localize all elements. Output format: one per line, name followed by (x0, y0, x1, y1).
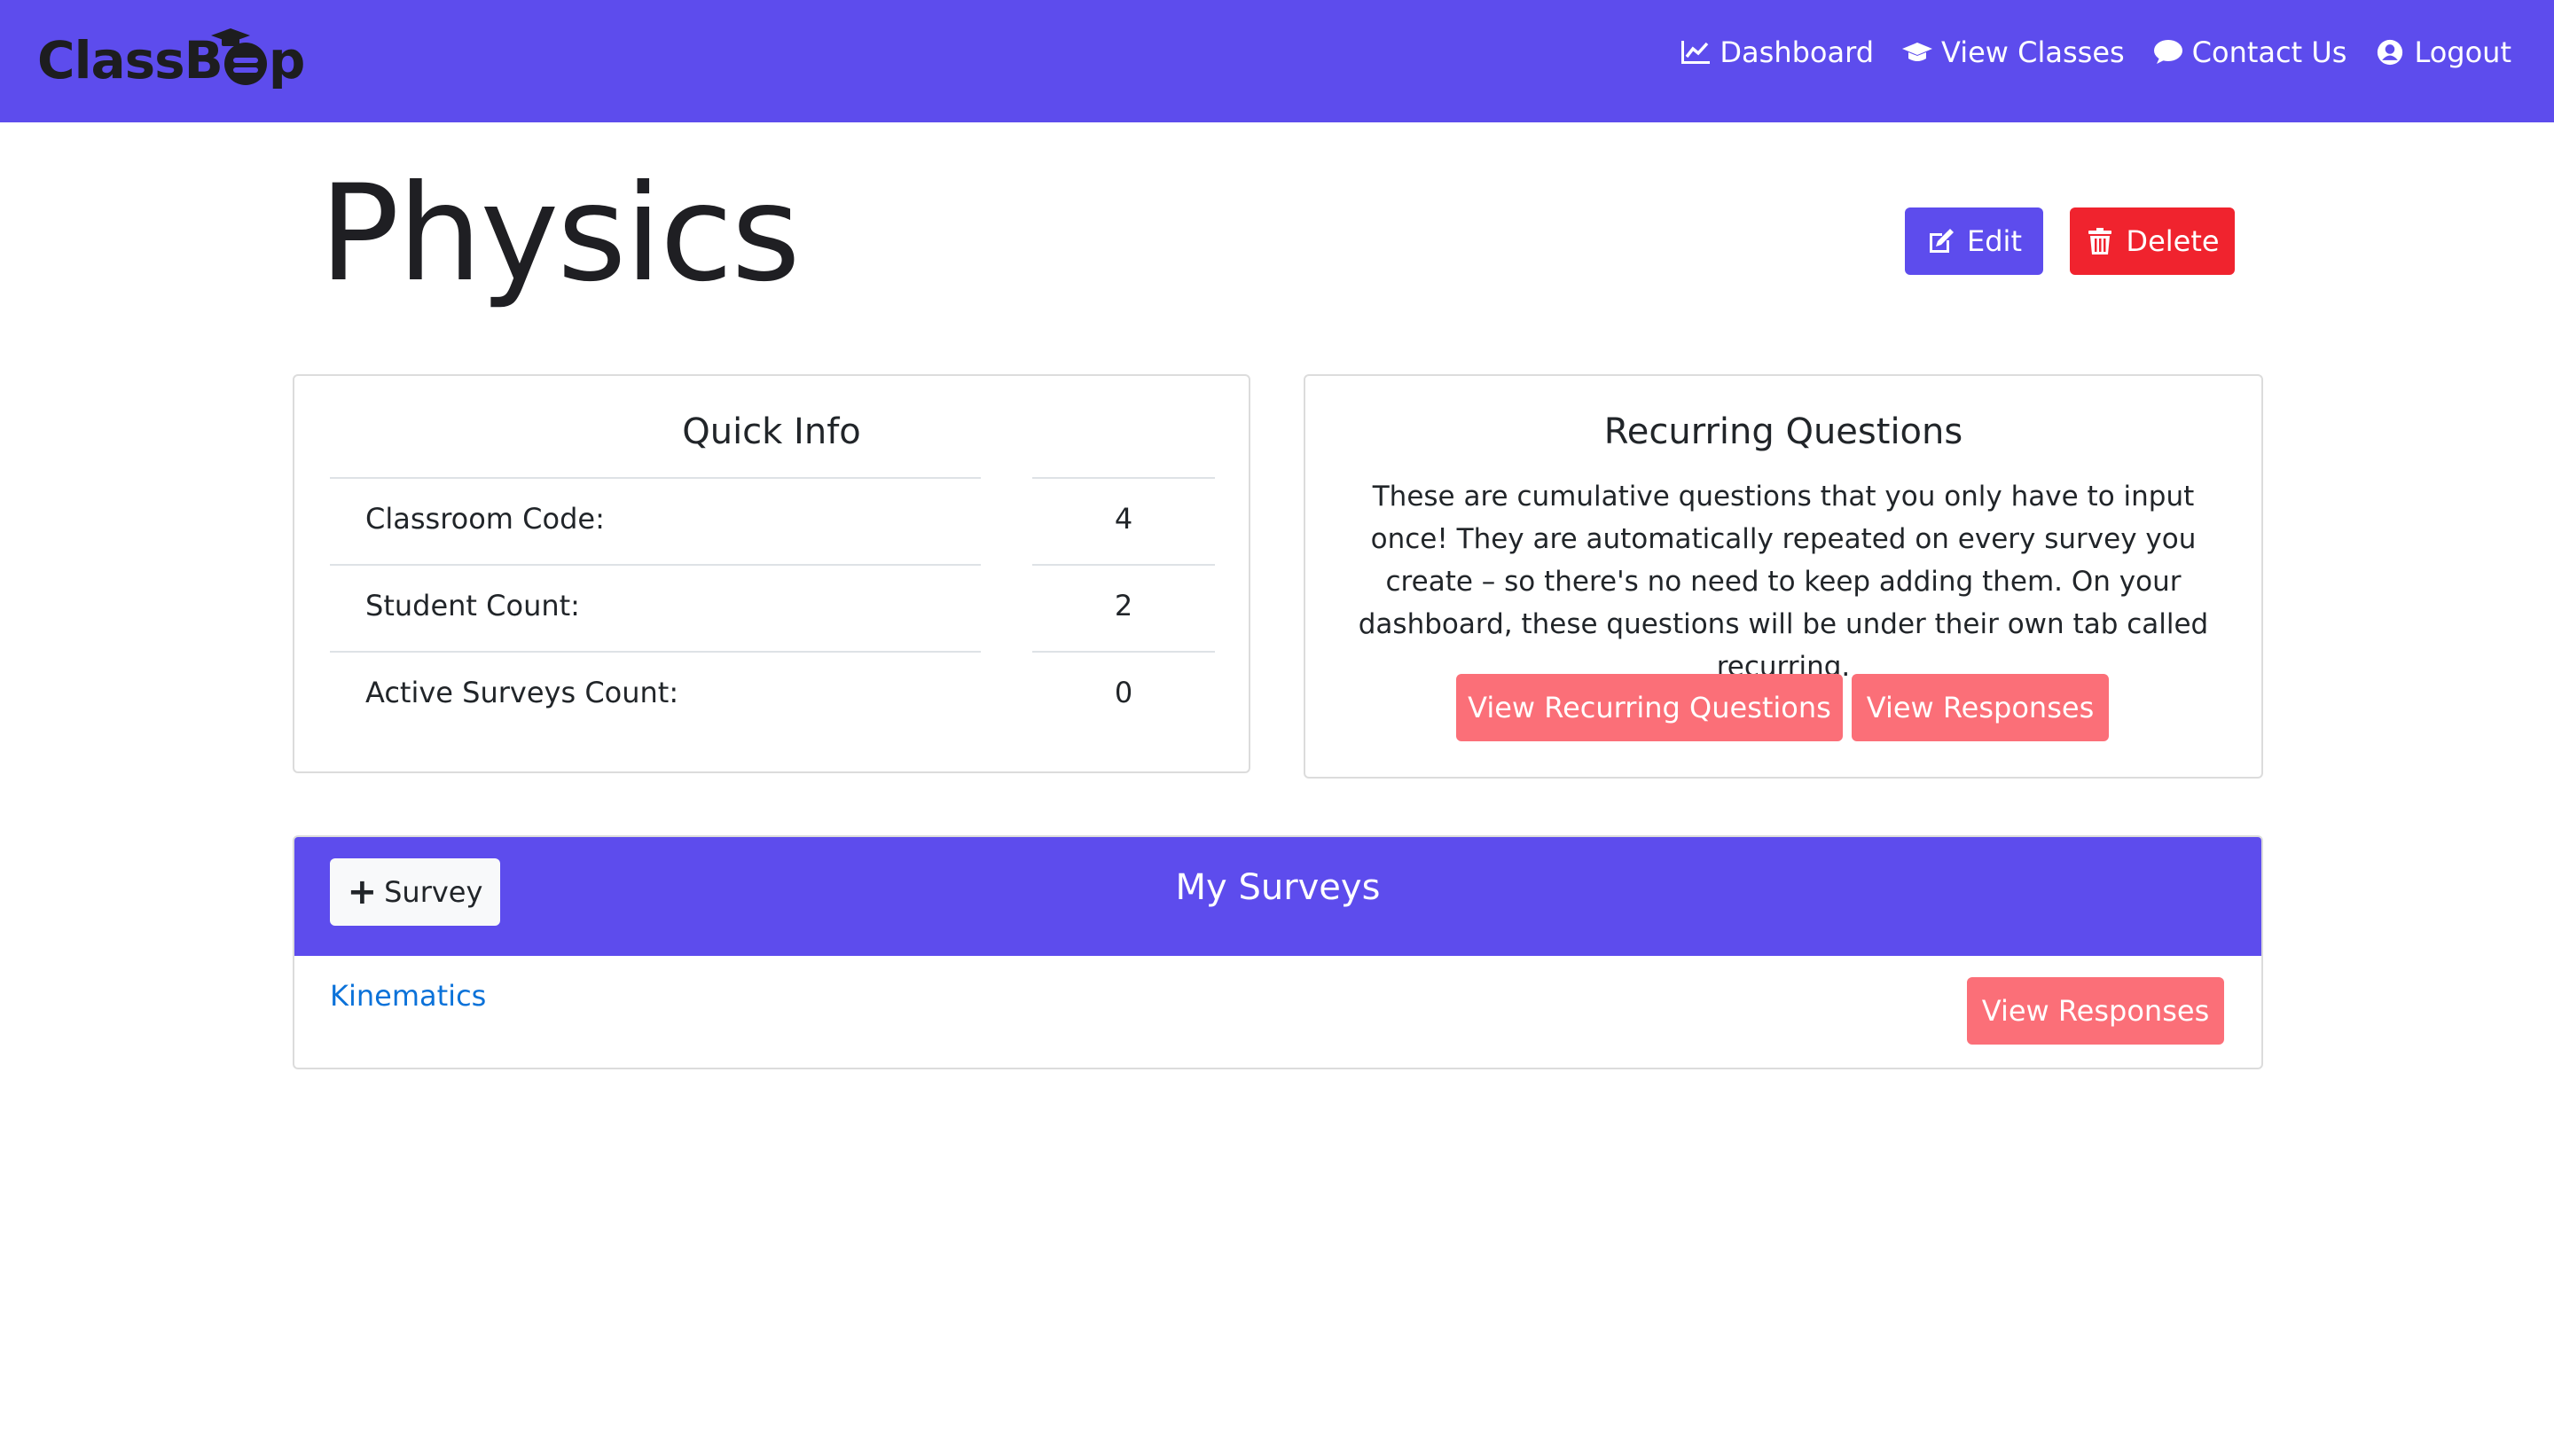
info-value: 2 (1114, 589, 1133, 622)
info-row-student-count: Student Count: 2 (330, 564, 1217, 651)
nav-logout-label: Logout (2414, 35, 2511, 69)
quick-info-title: Quick Info (682, 411, 861, 452)
quick-info-card: Quick Info Classroom Code: 4 Student Cou… (293, 374, 1250, 773)
nav-view-classes[interactable]: View Classes (1902, 35, 2125, 69)
comment-icon (2153, 40, 2182, 64)
info-row-active-surveys: Active Surveys Count: 0 (330, 651, 1217, 738)
chart-line-icon (1681, 41, 1711, 64)
nav-logout[interactable]: Logout (2375, 35, 2511, 69)
info-value: 4 (1114, 502, 1133, 536)
nav-contact-us[interactable]: Contact Us (2153, 35, 2347, 69)
recurring-questions-title: Recurring Questions (1603, 411, 1963, 452)
brand-logo[interactable]: Class B p (37, 25, 306, 96)
info-row-classroom-code: Classroom Code: 4 (330, 477, 1217, 564)
info-label: Active Surveys Count: (365, 676, 679, 709)
add-survey-button[interactable]: + Survey (330, 858, 500, 926)
plus-icon: + (347, 872, 378, 912)
edit-button-label: Edit (1967, 224, 2022, 258)
main-nav: Dashboard View Classes Contact Us Logout (1680, 35, 2511, 69)
graduation-cap-icon (211, 28, 250, 46)
delete-button[interactable]: Delete (2070, 207, 2235, 275)
chat-bubble-icon (223, 43, 267, 85)
edit-icon (1930, 229, 1955, 253)
nav-contact-us-label: Contact Us (2191, 35, 2347, 69)
top-navbar: Class B p Dashboard View Classes Contact… (0, 0, 2554, 122)
graduation-cap-icon (1902, 43, 1933, 61)
survey-link-kinematics[interactable]: Kinematics (330, 979, 486, 1013)
row-divider (330, 651, 981, 653)
brand-name-end: p (268, 30, 306, 90)
my-surveys-title: My Surveys (1175, 867, 1381, 908)
row-divider (330, 477, 981, 479)
nav-dashboard-label: Dashboard (1720, 35, 1875, 69)
nav-dashboard[interactable]: Dashboard (1680, 35, 1874, 69)
add-survey-label: Survey (384, 875, 483, 909)
row-divider (1032, 564, 1215, 566)
user-circle-icon (2378, 39, 2403, 66)
row-divider (1032, 651, 1215, 653)
nav-view-classes-label: View Classes (1941, 35, 2125, 69)
trash-icon (2088, 228, 2112, 254)
view-recurring-responses-button[interactable]: View Responses (1852, 674, 2109, 741)
row-divider (330, 564, 981, 566)
my-surveys-header: My Surveys + Survey (294, 837, 2261, 956)
info-label: Classroom Code: (365, 502, 605, 536)
recurring-questions-description: These are cumulative questions that you … (1358, 481, 2209, 683)
info-value: 0 (1114, 676, 1133, 709)
edit-button[interactable]: Edit (1905, 207, 2043, 275)
survey-view-responses-button[interactable]: View Responses (1967, 977, 2224, 1045)
row-divider (1032, 477, 1215, 479)
my-surveys-panel: My Surveys + Survey Kinematics View Resp… (293, 835, 2263, 1069)
info-label: Student Count: (365, 589, 580, 622)
delete-button-label: Delete (2126, 224, 2220, 258)
view-recurring-questions-button[interactable]: View Recurring Questions (1456, 674, 1843, 741)
brand-name-start: Class (37, 30, 185, 90)
page-title: Physics (319, 157, 801, 311)
